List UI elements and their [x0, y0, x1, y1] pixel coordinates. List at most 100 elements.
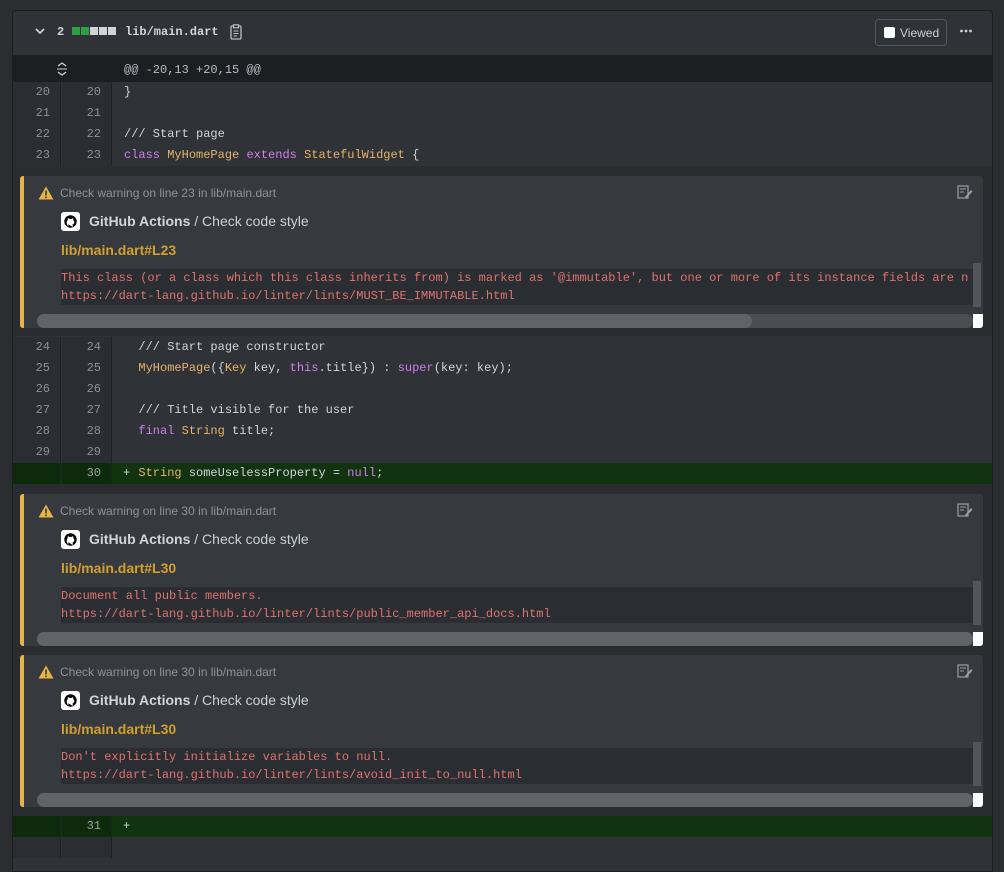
code-line: class MyHomePage extends StatefulWidget … [124, 148, 420, 162]
new-line-number[interactable]: 26 [62, 379, 112, 400]
new-line-number[interactable]: 29 [62, 442, 112, 463]
kebab-menu-icon[interactable] [959, 23, 973, 39]
check-annotation: Check warning on line 30 in lib/main.dar… [20, 494, 983, 646]
hunk-header: @@ -20,13 +20,15 @@ [13, 56, 992, 82]
diffstat-bar [72, 27, 116, 35]
scrollbar-thumb[interactable] [37, 314, 752, 328]
file-header: 2 lib/main.dart Viewed [13, 11, 992, 56]
scrollbar-thumb[interactable] [37, 793, 973, 807]
new-line-number[interactable]: 28 [62, 421, 112, 442]
diff-row: 28 28 final String title; [13, 421, 992, 442]
annotation-title: Check warning on line 30 in lib/main.dar… [60, 665, 277, 679]
added-marker: + [123, 466, 131, 480]
scrollbar-corner [973, 632, 983, 646]
code-line: final String title; [138, 424, 276, 438]
vertical-scrollbar[interactable] [973, 581, 981, 625]
edit-annotation-icon[interactable] [957, 663, 973, 679]
old-line-number[interactable]: 25 [13, 358, 61, 379]
new-line-number[interactable]: 20 [62, 82, 112, 103]
diff-row: 23 23 class MyHomePage extends StatefulW… [13, 145, 992, 166]
github-icon [61, 530, 80, 549]
new-line-number[interactable]: 22 [62, 124, 112, 145]
annotation-file-link[interactable]: lib/main.dart#L23 [61, 242, 176, 258]
check-annotation: Check warning on line 23 in lib/main.dar… [20, 176, 983, 328]
check-annotation: Check warning on line 30 in lib/main.dar… [20, 655, 983, 807]
added-marker: + [123, 819, 131, 833]
annotation-message: This class (or a class which this class … [61, 269, 973, 305]
edit-annotation-icon[interactable] [957, 184, 973, 200]
old-line-number[interactable]: 27 [13, 400, 61, 421]
annotation-file-link[interactable]: lib/main.dart#L30 [61, 721, 176, 737]
github-icon [61, 691, 80, 710]
code-line: /// Title visible for the user [124, 403, 355, 417]
file-name[interactable]: lib/main.dart [125, 25, 219, 39]
code-line [113, 816, 992, 837]
new-line-number[interactable]: 24 [62, 337, 112, 358]
diff-row: 22 22 /// Start page [13, 124, 992, 145]
diff-row: 21 21 [13, 103, 992, 124]
new-line-number[interactable]: 25 [62, 358, 112, 379]
code-line: } [124, 85, 132, 99]
diff-file: 2 lib/main.dart Viewed @@ -20,13 +20,15 … [12, 10, 993, 872]
viewed-checkbox-button[interactable]: Viewed [875, 19, 947, 46]
annotation-file-link[interactable]: lib/main.dart#L30 [61, 560, 176, 576]
viewed-checkbox[interactable] [884, 27, 895, 38]
annotation-title: Check warning on line 23 in lib/main.dar… [60, 186, 277, 200]
old-line-number[interactable] [13, 463, 61, 484]
scrollbar-corner [973, 314, 983, 328]
message-line: Document all public members. [61, 589, 263, 603]
scrollbar-thumb[interactable] [37, 632, 973, 646]
diff-row-added: 31 + [13, 816, 992, 837]
old-line-number[interactable]: 29 [13, 442, 61, 463]
code-line: /// Start page constructor [124, 340, 326, 354]
new-line-number[interactable] [62, 837, 112, 858]
message-line: Don't explicitly initialize variables to… [61, 750, 393, 764]
old-line-number[interactable] [13, 816, 61, 837]
check-source: GitHub Actions / Check code style [89, 213, 309, 229]
diff-row: 20 20 } [13, 82, 992, 103]
old-line-number[interactable]: 26 [13, 379, 61, 400]
old-line-number[interactable]: 21 [13, 103, 61, 124]
horizontal-scrollbar[interactable] [37, 314, 973, 328]
code-line: /// Start page [124, 127, 225, 141]
horizontal-scrollbar[interactable] [37, 793, 973, 807]
old-line-number[interactable]: 28 [13, 421, 61, 442]
old-line-number[interactable]: 23 [13, 145, 61, 166]
new-line-number[interactable]: 27 [62, 400, 112, 421]
warning-icon [38, 186, 54, 200]
annotation-message: Document all public members. https://dar… [61, 587, 973, 623]
copy-path-icon[interactable] [229, 24, 243, 40]
diff-row [13, 837, 992, 858]
message-line: https://dart-lang.github.io/linter/lints… [61, 289, 515, 303]
scrollbar-corner [973, 793, 983, 807]
expand-lines-icon[interactable] [55, 62, 69, 76]
vertical-scrollbar[interactable] [973, 742, 981, 786]
warning-icon [38, 504, 54, 518]
annotation-message: Don't explicitly initialize variables to… [61, 748, 973, 784]
new-line-number[interactable]: 30 [62, 463, 112, 484]
annotation-title: Check warning on line 30 in lib/main.dar… [60, 504, 277, 518]
diff-row-added: 30 String someUselessProperty = null; + [13, 463, 992, 484]
code-line: MyHomePage({Key key, this.title}) : supe… [138, 361, 513, 375]
chevron-down-icon[interactable] [33, 24, 47, 38]
old-line-number[interactable]: 20 [13, 82, 61, 103]
new-line-number[interactable]: 23 [62, 145, 112, 166]
message-line: https://dart-lang.github.io/linter/lints… [61, 768, 522, 782]
old-line-number[interactable] [13, 837, 61, 858]
message-line: This class (or a class which this class … [61, 271, 969, 285]
old-line-number[interactable]: 22 [13, 124, 61, 145]
horizontal-scrollbar[interactable] [37, 632, 973, 646]
viewed-label: Viewed [900, 25, 940, 40]
edit-annotation-icon[interactable] [957, 502, 973, 518]
check-source: GitHub Actions / Check code style [89, 531, 309, 547]
diff-row: 25 25 MyHomePage({Key key, this.title}) … [13, 358, 992, 379]
new-line-number[interactable]: 21 [62, 103, 112, 124]
warning-icon [38, 665, 54, 679]
github-icon [61, 212, 80, 231]
new-line-number[interactable]: 31 [62, 816, 112, 837]
old-line-number[interactable]: 24 [13, 337, 61, 358]
vertical-scrollbar[interactable] [973, 263, 981, 307]
message-line: https://dart-lang.github.io/linter/lints… [61, 607, 551, 621]
